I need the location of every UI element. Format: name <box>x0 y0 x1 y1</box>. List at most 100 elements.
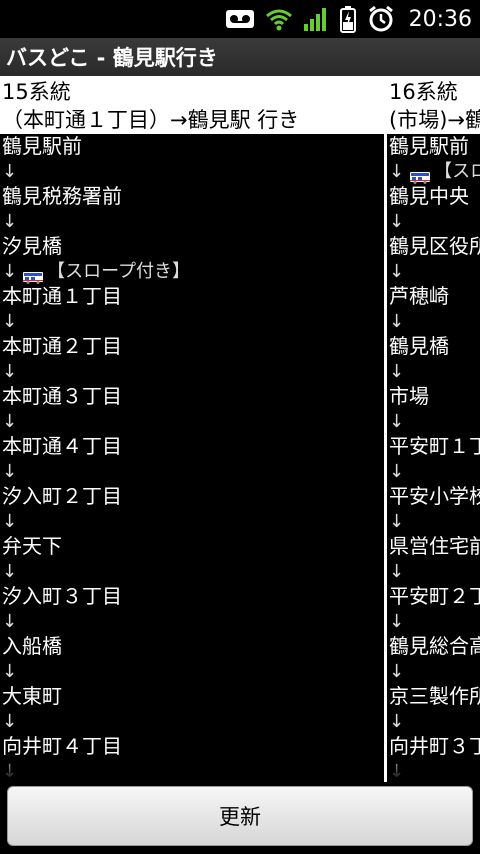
down-arrow-row: ↓ <box>389 259 480 284</box>
bus-stop: 本町通３丁目 <box>2 384 122 408</box>
status-bar: 20:36 <box>0 0 480 38</box>
down-arrow-icon: ↓ <box>2 561 18 582</box>
down-arrow-row: ↓ <box>389 359 480 384</box>
route-direction: (市場)→鶴 <box>389 108 480 132</box>
down-arrow-row: ↓ <box>389 309 480 334</box>
stop-list[interactable]: 鶴見駅前 ↓ 【スロ 鶴見中央 ↓ 鶴見区役所 ↓ 芦穂崎 ↓ 鶴見橋 ↓ 市場 ↓ 平安町１丁 ↓ 平安小学… <box>387 134 480 782</box>
bus-stop: 汐見橋 <box>2 234 62 258</box>
down-arrow-row: ↓ <box>389 409 480 434</box>
down-arrow-row: ↓ <box>389 209 480 234</box>
down-arrow-icon: ↓ <box>2 211 18 232</box>
down-arrow-row: ↓ <box>2 159 384 184</box>
bus-stop: 鶴見駅前 <box>389 134 469 158</box>
down-arrow-icon: ↓ <box>2 611 18 632</box>
down-arrow-row: ↓ <box>389 759 480 782</box>
bus-stop: 県営住宅前 <box>389 534 480 558</box>
down-arrow-icon: ↓ <box>389 411 405 432</box>
down-arrow-row: ↓ <box>2 609 384 634</box>
title-bar: バスどこ - 鶴見駅行き <box>0 38 480 76</box>
bus-stop: 向井町４丁目 <box>2 734 122 758</box>
down-arrow-row: ↓ <box>2 309 384 334</box>
down-arrow-row: ↓ <box>2 459 384 484</box>
route-direction: （本町通１丁目）→鶴見駅 行き <box>2 108 300 132</box>
down-arrow-icon: ↓ <box>389 711 405 732</box>
bus-stop: 平安町２丁 <box>389 584 480 608</box>
down-arrow-icon: ↓ <box>389 311 405 332</box>
bus-stop: 弁天下 <box>2 534 62 558</box>
down-arrow-icon: ↓ <box>389 661 405 682</box>
down-arrow-row: ↓ <box>389 609 480 634</box>
route-header: 16系統 (市場)→鶴 <box>387 76 480 134</box>
down-arrow-row: ↓ 【スロ <box>389 159 480 184</box>
down-arrow-icon: ↓ <box>2 511 18 532</box>
bus-stop: 鶴見中央 <box>389 184 469 208</box>
route-number: 16系統 <box>389 80 458 104</box>
refresh-button[interactable]: 更新 <box>7 786 473 846</box>
down-arrow-icon: ↓ <box>2 711 18 732</box>
wifi-icon <box>265 7 293 31</box>
bus-stop: 向井町３丁 <box>389 734 480 758</box>
battery-charging-icon <box>339 5 357 33</box>
bus-stop: 鶴見区役所 <box>389 234 480 258</box>
voicemail-icon <box>225 8 255 30</box>
slope-note: 【スロープ付き】 <box>47 261 191 282</box>
down-arrow-row: ↓ <box>2 759 384 782</box>
bus-stop: 本町通２丁目 <box>2 334 122 358</box>
down-arrow-row: ↓ <box>2 359 384 384</box>
route-column-16[interactable]: 16系統 (市場)→鶴 鶴見駅前 ↓ 【スロ 鶴見中央 ↓ 鶴見区役所 ↓ 芦穂崎 ↓ 鶴見橋 ↓ 市… <box>387 76 480 782</box>
down-arrow-row: ↓ <box>389 459 480 484</box>
bus-stop: 鶴見税務署前 <box>2 184 122 208</box>
bus-stop: 大東町 <box>2 684 62 708</box>
down-arrow-row: ↓ <box>389 509 480 534</box>
bus-stop: 市場 <box>389 384 429 408</box>
bus-stop: 汐入町３丁目 <box>2 584 122 608</box>
down-arrow-row: ↓ <box>389 559 480 584</box>
bus-stop: 汐入町２丁目 <box>2 484 122 508</box>
down-arrow-row: ↓ <box>2 509 384 534</box>
down-arrow-row: ↓ <box>2 659 384 684</box>
down-arrow-icon: ↓ <box>2 461 18 482</box>
down-arrow-row: ↓ <box>2 409 384 434</box>
down-arrow-icon: ↓ <box>2 361 18 382</box>
down-arrow-row: ↓ 【スロープ付き】 <box>2 259 384 284</box>
down-arrow-icon: ↓ <box>2 161 18 182</box>
down-arrow-row: ↓ <box>2 209 384 234</box>
down-arrow-icon: ↓ <box>2 311 18 332</box>
down-arrow-icon: ↓ <box>389 161 405 182</box>
bus-stop: 鶴見橋 <box>389 334 449 358</box>
route-columns[interactable]: 15系統 （本町通１丁目）→鶴見駅 行き 鶴見駅前 ↓ 鶴見税務署前 ↓ 汐見橋 ↓ 【スロ… <box>0 76 480 782</box>
down-arrow-icon: ↓ <box>389 611 405 632</box>
down-arrow-icon: ↓ <box>2 761 18 782</box>
down-arrow-row: ↓ <box>2 709 384 734</box>
bus-icon <box>410 166 431 184</box>
signal-icon <box>303 6 329 32</box>
status-icons: 20:36 <box>225 0 472 38</box>
down-arrow-icon: ↓ <box>389 211 405 232</box>
down-arrow-icon: ↓ <box>389 361 405 382</box>
alarm-icon <box>367 5 395 33</box>
down-arrow-row: ↓ <box>2 559 384 584</box>
bus-stop: 京三製作所 <box>389 684 480 708</box>
bus-stop: 鶴見総合高 <box>389 634 480 658</box>
down-arrow-row: ↓ <box>389 659 480 684</box>
bus-icon <box>23 266 44 284</box>
down-arrow-row: ↓ <box>389 709 480 734</box>
status-clock: 20:36 <box>408 6 472 32</box>
down-arrow-icon: ↓ <box>2 261 18 282</box>
bus-stop: 鶴見駅前 <box>2 134 82 158</box>
bus-stop: 芦穂崎 <box>389 284 449 308</box>
down-arrow-icon: ↓ <box>389 761 405 782</box>
bottom-bar: 更新 <box>0 782 480 854</box>
down-arrow-icon: ↓ <box>389 561 405 582</box>
bus-stop: 平安小学校 <box>389 484 480 508</box>
route-number: 15系統 <box>2 80 71 104</box>
down-arrow-icon: ↓ <box>389 261 405 282</box>
route-header: 15系統 （本町通１丁目）→鶴見駅 行き <box>0 76 384 134</box>
route-column-15[interactable]: 15系統 （本町通１丁目）→鶴見駅 行き 鶴見駅前 ↓ 鶴見税務署前 ↓ 汐見橋 ↓ 【スロ… <box>0 76 384 782</box>
down-arrow-icon: ↓ <box>2 661 18 682</box>
bus-stop: 入船橋 <box>2 634 62 658</box>
slope-note: 【スロ <box>434 161 480 182</box>
down-arrow-icon: ↓ <box>2 411 18 432</box>
app-title: バスどこ - 鶴見駅行き <box>6 46 218 70</box>
stop-list[interactable]: 鶴見駅前 ↓ 鶴見税務署前 ↓ 汐見橋 ↓ 【スロープ付き】 本町通１丁目 ↓ 本町通２丁目 ↓ 本町… <box>0 134 384 782</box>
